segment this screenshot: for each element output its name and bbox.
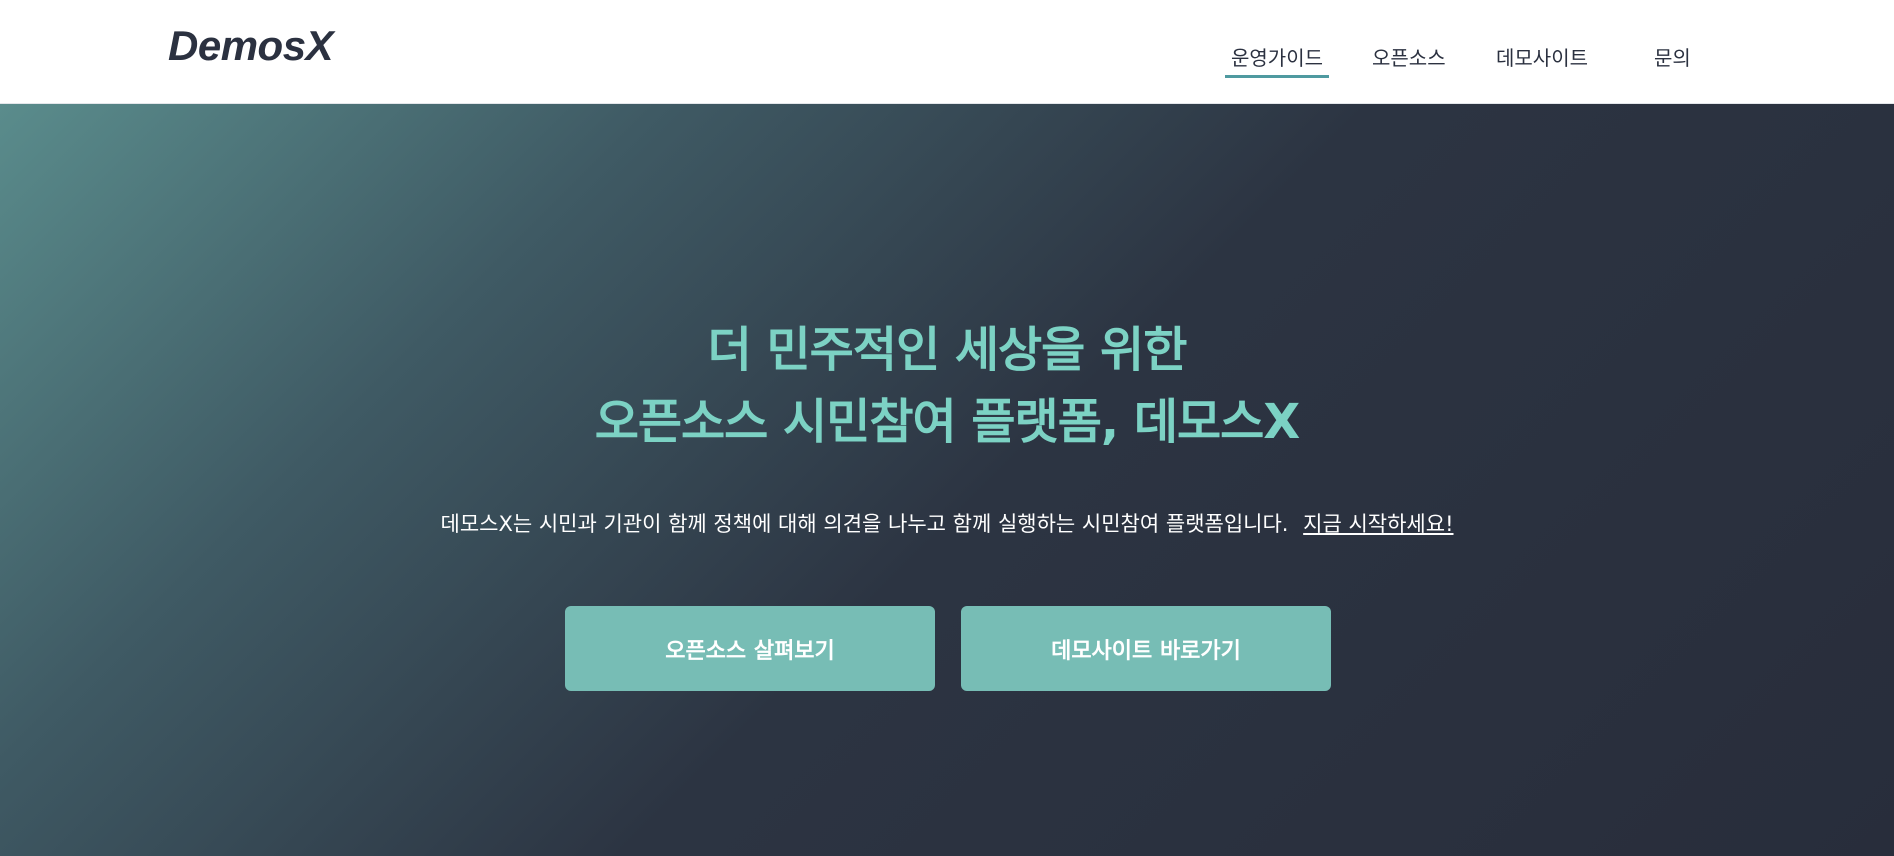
nav-item-opensource[interactable]: 오픈소스 — [1372, 42, 1446, 71]
hero-headline-line1: 더 민주적인 세상을 위한 — [707, 322, 1188, 378]
hero-description-row: 데모스X는 시민과 기관이 함께 정책에 대해 의견을 나누고 함께 실행하는 … — [0, 508, 1894, 538]
hero-description: 데모스X는 시민과 기관이 함께 정책에 대해 의견을 나누고 함께 실행하는 … — [440, 512, 1289, 536]
hero-headline-line2: 오픈소스 시민참여 플랫폼, 데모스X — [594, 394, 1301, 450]
nav-item-guide[interactable]: 운영가이드 — [1225, 42, 1329, 78]
hero-section: 더 민주적인 세상을 위한 오픈소스 시민참여 플랫폼, 데모스X 데모스X는 … — [0, 104, 1894, 856]
site-header: DemosX 운영가이드 오픈소스 데모사이트 문의 — [0, 0, 1894, 104]
main-nav: 운영가이드 오픈소스 데모사이트 문의 — [0, 0, 1894, 103]
go-demosite-button[interactable]: 데모사이트 바로가기 — [961, 606, 1331, 691]
start-now-link[interactable]: 지금 시작하세요! — [1303, 512, 1453, 536]
nav-item-demosite[interactable]: 데모사이트 — [1496, 42, 1588, 71]
nav-item-contact[interactable]: 문의 — [1654, 42, 1691, 71]
browse-opensource-button[interactable]: 오픈소스 살펴보기 — [565, 606, 935, 691]
